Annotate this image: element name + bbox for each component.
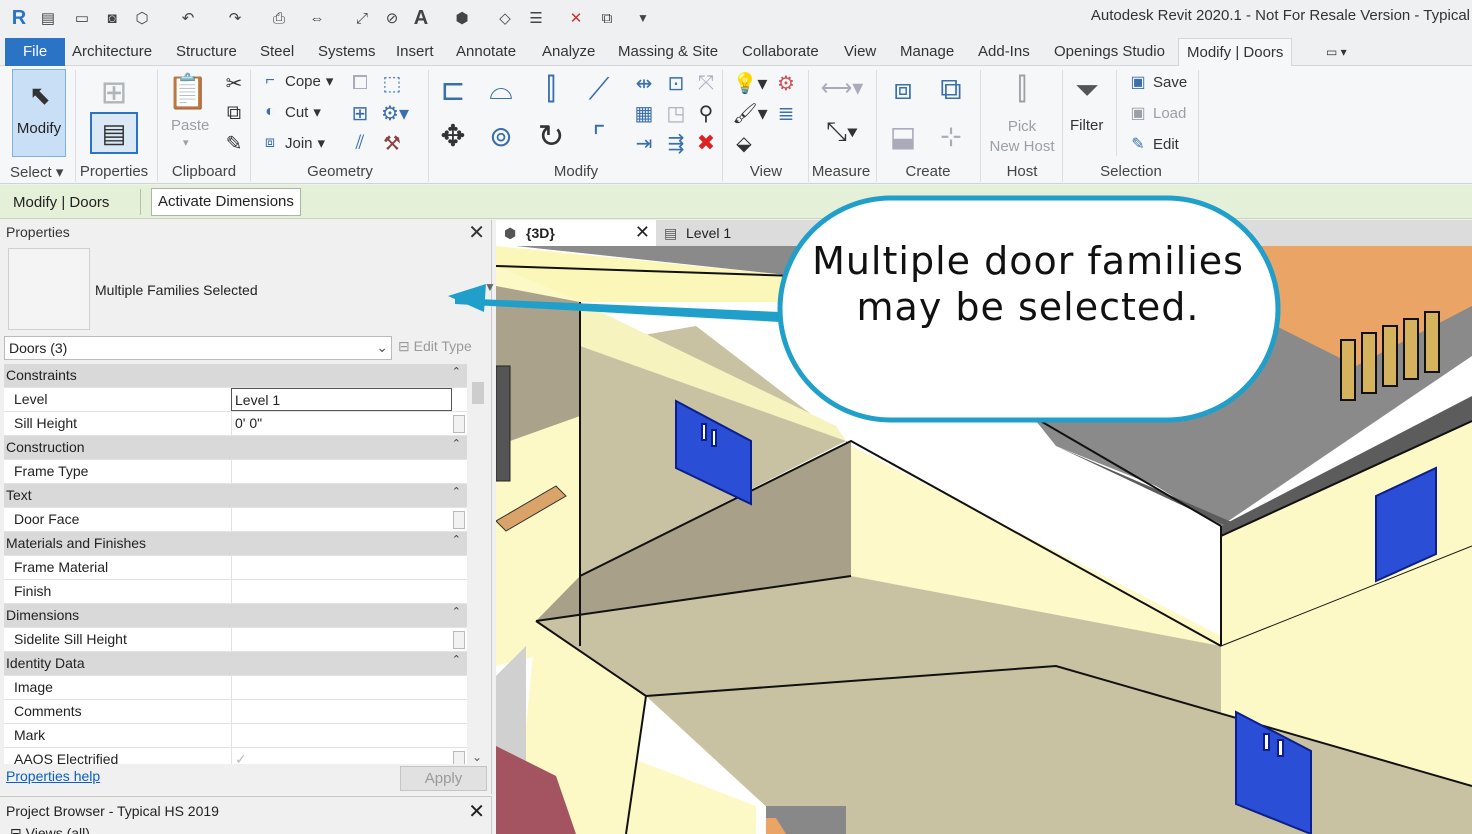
callout-arrow <box>455 298 780 322</box>
callout-arrowhead <box>448 284 486 312</box>
callout-overlay <box>448 195 1281 423</box>
callout-text: Multiple door families may be selected. <box>812 239 1244 329</box>
